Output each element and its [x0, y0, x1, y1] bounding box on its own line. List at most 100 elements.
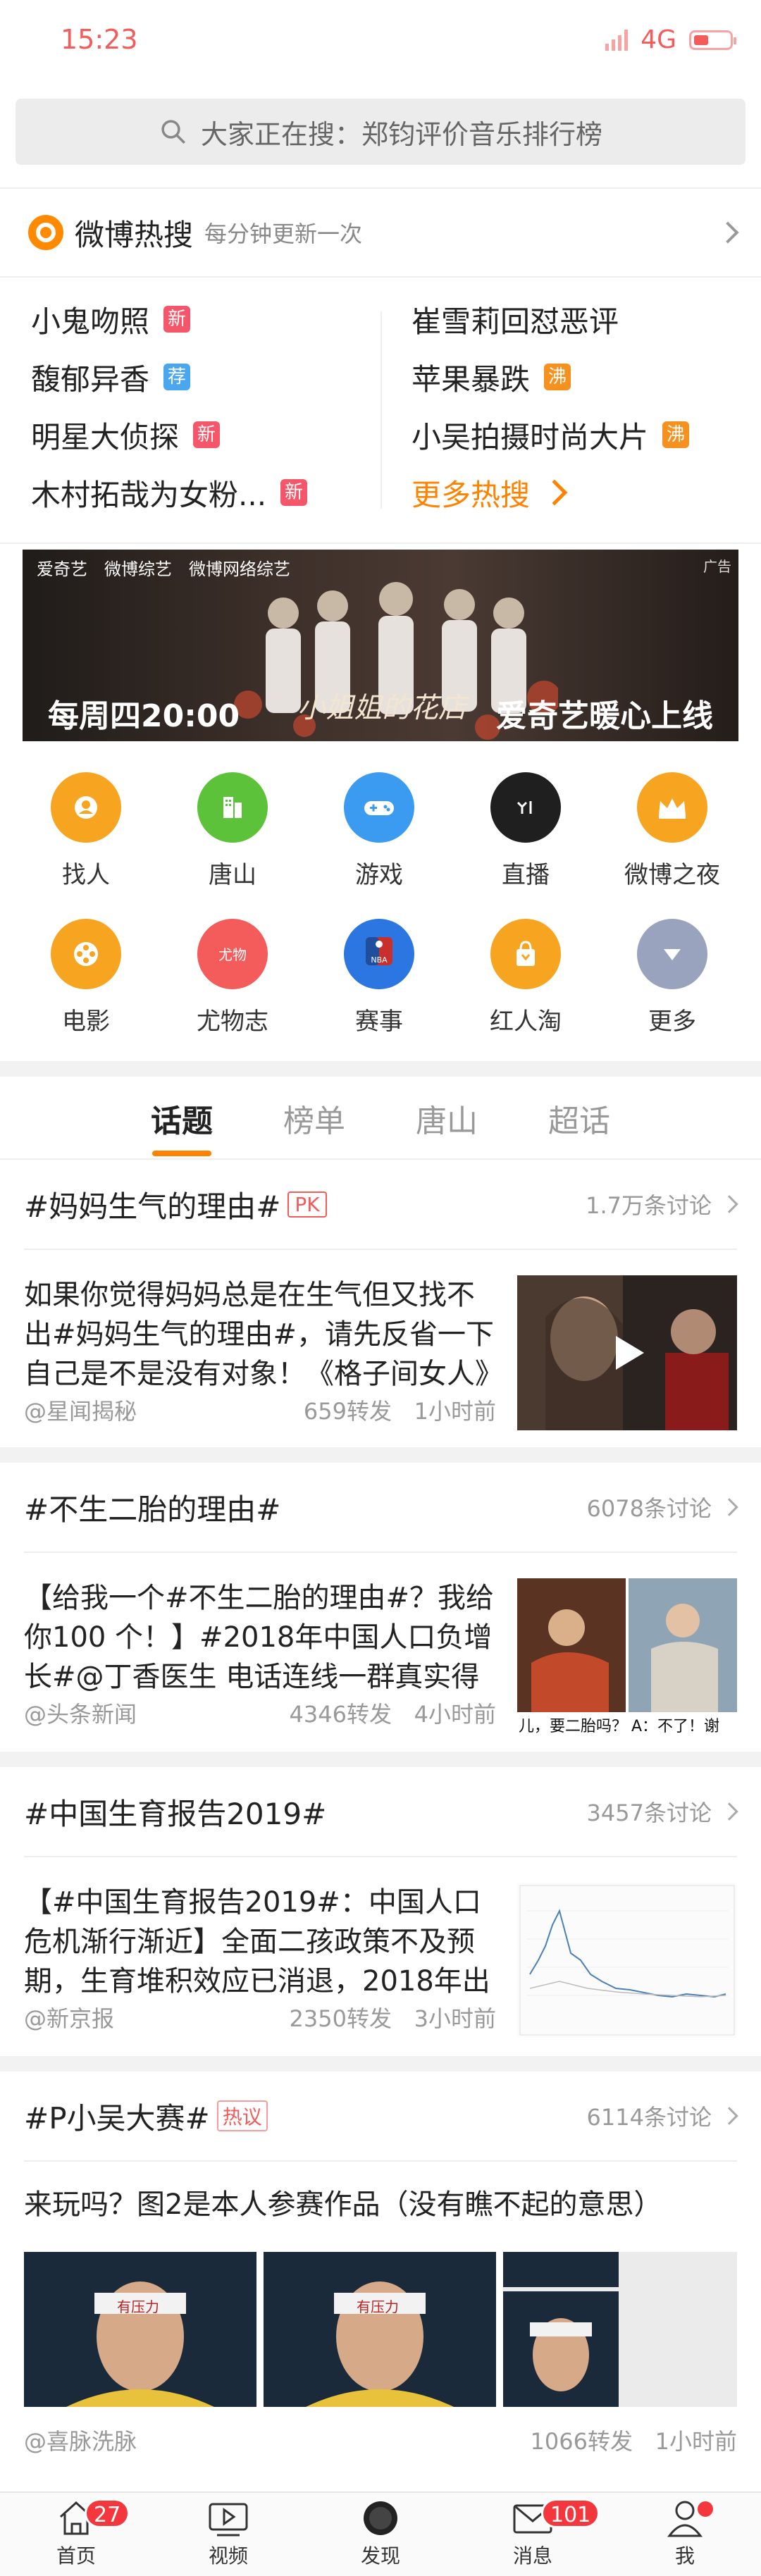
nav-label: 首页 — [56, 2544, 96, 2568]
hot-search-text: 小吴拍摄时尚大片 — [412, 419, 649, 454]
chevron-right-icon — [717, 221, 739, 244]
more-hot-search-link[interactable]: 更多热搜 — [412, 464, 761, 521]
hot-search-item[interactable]: 小吴拍摄时尚大片沸 — [412, 406, 761, 464]
topic-card[interactable]: #不生二胎的理由# 6078条讨论 【给我一个#不生二胎的理由#？我给你100 … — [0, 1463, 761, 1733]
status-time: 15:23 — [61, 24, 138, 55]
photo-3[interactable] — [503, 2252, 737, 2407]
image-caption-right: A：不了！谢谢！ — [631, 1718, 720, 1733]
shortcut-city[interactable]: 唐山 — [156, 750, 309, 891]
film-reel-icon — [51, 919, 121, 989]
ad-banner[interactable]: 爱奇艺 微博综艺 微博网络综艺 广告 每周四20:00 小姐姐的花店 爱奇艺暖心上线 — [23, 550, 738, 741]
post-time: 4小时前 — [414, 1701, 496, 1728]
tab-榜单[interactable]: 榜单 — [280, 1096, 348, 1141]
hot-search-header[interactable]: 微博热搜 每分钟更新一次 — [0, 190, 761, 275]
hot-search-icon — [28, 215, 63, 250]
nav-label: 发现 — [360, 2544, 400, 2568]
topic-card[interactable]: #妈妈生气的理由# PK 1.7万条讨论 如果你觉得妈妈总是在生气但又找不出#妈… — [0, 1160, 761, 1430]
shortcut-more-down[interactable]: 更多 — [596, 896, 748, 1037]
topic-image[interactable] — [517, 1883, 737, 2038]
topic-title: #P小吴大赛# — [24, 2100, 210, 2136]
hot-search-item[interactable]: 木村拓哉为女粉... 新 — [31, 464, 383, 521]
hot-search-item[interactable]: 明星大侦探新 — [31, 406, 383, 464]
topic-summary[interactable]: 如果你觉得妈妈总是在生气但又找不出#妈妈生气的理由#，请先反省一下自己是不是没有… — [24, 1275, 496, 1394]
shortcut-person-search[interactable]: 找人 — [10, 750, 162, 891]
line-chart-thumbnail — [517, 1883, 737, 2038]
discover-icon — [359, 2497, 402, 2539]
shortcut-shopping-bag[interactable]: 红人淘 — [450, 896, 602, 1037]
photo-2[interactable]: 有压力 — [264, 2252, 496, 2407]
hot-search-item[interactable]: 崔雪莉回怼恶评 — [412, 290, 761, 348]
topic-source[interactable]: @喜脉洗脉 — [24, 2424, 137, 2456]
video-thumbnail[interactable] — [517, 1275, 737, 1430]
topic-summary[interactable]: 来玩吗？图2是本人参赛作品（没有瞧不起的意思） — [24, 2181, 662, 2222]
topic-summary[interactable]: 【#中国生育报告2019#：中国人口危机渐行渐近】全面二孩政策不及预期，生育堆积… — [24, 1883, 496, 2001]
nav-messages[interactable]: 消息 101 — [457, 2493, 609, 2576]
search-icon — [161, 120, 185, 144]
hot-tag-badge: 沸 — [662, 421, 690, 448]
nav-me[interactable]: 我 — [609, 2493, 761, 2576]
topic-card[interactable]: #P小吴大赛# 热议 6114条讨论 来玩吗？图2是本人参赛作品（没有瞧不起的意… — [0, 2072, 761, 2455]
nav-discover[interactable]: 发现 — [304, 2493, 457, 2576]
nav-video[interactable]: 视频 — [152, 2493, 304, 2576]
shortcut-nba[interactable]: NBA 赛事 — [303, 896, 455, 1037]
hot-tag-badge: 沸 — [544, 364, 571, 390]
play-icon — [616, 1336, 644, 1370]
repost-count: 2350转发 — [289, 2005, 392, 2032]
hot-search-text: 明星大侦探 — [31, 419, 180, 454]
hot-search-text: 崔雪莉回怼恶评 — [412, 304, 619, 339]
shortcut-label: 游戏 — [355, 861, 403, 889]
topic-card[interactable]: #中国生育报告2019# 3457条讨论 【#中国生育报告2019#：中国人口危… — [0, 1767, 761, 2038]
topic-summary[interactable]: 【给我一个#不生二胎的理由#？我给你100 个！】#2018年中国人口负增长#@… — [24, 1578, 496, 1697]
shortcut-film-reel[interactable]: 电影 — [10, 896, 162, 1037]
shortcut-gamepad[interactable]: 游戏 — [303, 750, 455, 891]
hot-search-item[interactable]: 馥郁异香荐 — [31, 348, 383, 406]
section-gap — [0, 1752, 761, 1767]
status-icons: 4G — [605, 25, 736, 54]
shopping-bag-icon — [490, 919, 561, 989]
shortcut-youwuzhi[interactable]: 尤物 尤物志 — [156, 896, 309, 1037]
tab-唐山[interactable]: 唐山 — [413, 1096, 481, 1141]
topic-source[interactable]: @新京报 — [24, 2001, 114, 2033]
more-down-icon — [637, 919, 707, 989]
hot-search-column-left: 小鬼吻照新馥郁异香荐明星大侦探新木村拓哉为女粉... 新 — [31, 290, 383, 521]
gamepad-icon — [344, 772, 414, 843]
shortcut-live[interactable]: 直播 — [450, 750, 602, 891]
pk-badge: PK — [287, 1191, 327, 1218]
portrait-image — [530, 2318, 592, 2391]
discussion-count: 1.7万条讨论 — [586, 1192, 712, 1219]
more-hot-search-label: 更多热搜 — [412, 477, 531, 512]
repost-count: 4346转发 — [289, 1701, 392, 1728]
shortcut-label: 直播 — [502, 861, 550, 889]
tab-话题[interactable]: 话题 — [148, 1096, 216, 1156]
photo-1[interactable]: 有压力 — [24, 2252, 256, 2407]
video-icon — [207, 2497, 249, 2539]
hot-search-item[interactable]: 小鬼吻照新 — [31, 290, 383, 348]
search-bar[interactable]: 大家正在搜：郑钧评价音乐排行榜 — [16, 99, 745, 165]
discussion-count: 6078条讨论 — [586, 1495, 712, 1522]
topic-tabs: 话题 榜单 唐山 超话 — [0, 1077, 761, 1160]
chevron-right-icon — [720, 1802, 738, 1821]
shortcut-label: 红人淘 — [490, 1008, 562, 1036]
city-icon — [197, 772, 268, 843]
topic-header[interactable]: #P小吴大赛# 热议 6114条讨论 — [0, 2072, 761, 2160]
image-caption-left: 儿，要二胎吗？ — [519, 1718, 628, 1733]
portrait-image — [306, 2281, 454, 2407]
topic-title: #不生二胎的理由# — [24, 1492, 281, 1527]
topic-image[interactable]: 儿，要二胎吗？ A：不了！谢谢！ — [517, 1578, 737, 1733]
divider — [0, 187, 761, 189]
topic-source[interactable]: @头条新闻 — [24, 1697, 137, 1729]
topic-header[interactable]: #妈妈生气的理由# PK 1.7万条讨论 — [0, 1160, 761, 1249]
hot-search-text: 苹果暴跌 — [412, 361, 531, 397]
photo-grid: 有压力 有压力 — [24, 2252, 737, 2407]
hot-search-item[interactable]: 苹果暴跌沸 — [412, 348, 761, 406]
nav-home[interactable]: 首页 27 — [0, 2493, 152, 2576]
tab-超话[interactable]: 超话 — [545, 1096, 613, 1141]
crown-icon — [637, 772, 707, 843]
nav-label: 视频 — [208, 2544, 248, 2568]
network-type: 4G — [641, 25, 676, 54]
banner-slogan: 爱奇艺暖心上线 — [496, 698, 713, 734]
topic-source[interactable]: @星闻揭秘 — [24, 1394, 137, 1426]
topic-header[interactable]: #中国生育报告2019# 3457条讨论 — [0, 1767, 761, 1856]
topic-header[interactable]: #不生二胎的理由# 6078条讨论 — [0, 1463, 761, 1552]
shortcut-crown[interactable]: 微博之夜 — [596, 750, 748, 891]
